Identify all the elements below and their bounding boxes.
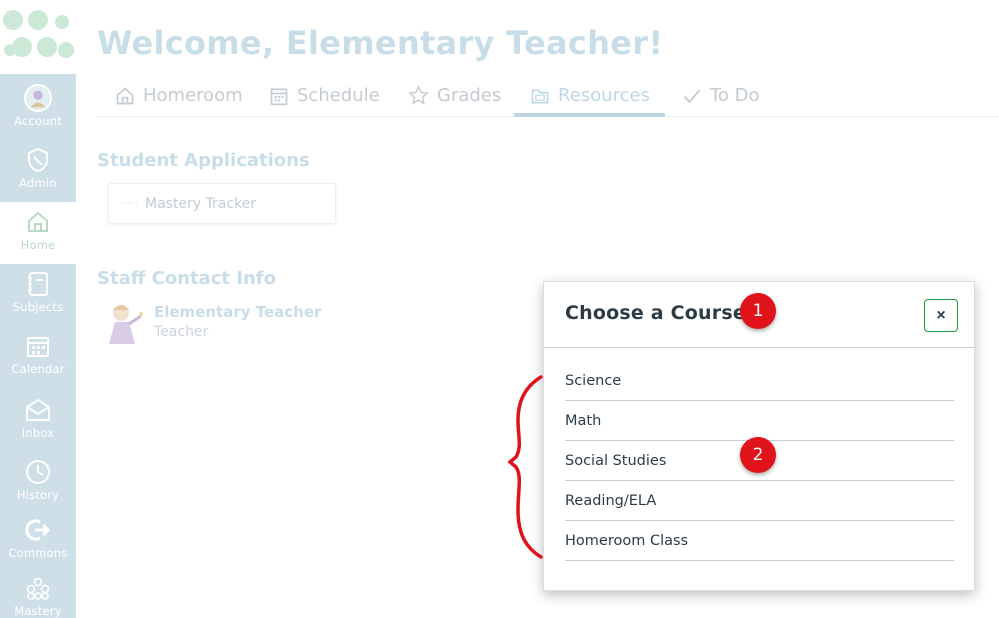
course-option-homeroom-class[interactable]: Homeroom Class	[565, 521, 954, 561]
annotation-badge-1: 1	[740, 293, 776, 329]
mastery-icon	[24, 574, 52, 602]
nav-item-admin[interactable]: Admin	[0, 140, 76, 202]
course-option-math[interactable]: Math	[565, 401, 954, 441]
tab-todo[interactable]: To Do	[682, 74, 760, 117]
nav-item-account[interactable]: Account	[0, 78, 76, 140]
nav-item-mastery[interactable]: Mastery	[0, 568, 76, 618]
nav-label: Admin	[19, 176, 57, 190]
staff-avatar	[101, 300, 145, 346]
nav-label: Calendar	[11, 362, 65, 376]
nav-item-commons[interactable]: Commons	[0, 510, 76, 572]
clock-icon	[24, 458, 52, 486]
annotation-badge-2: 2	[740, 437, 776, 473]
check-icon	[683, 89, 701, 103]
dialog-title: Choose a Course	[565, 302, 746, 324]
global-nav: Account Admin Home Subjects Calendar Inb…	[0, 74, 76, 618]
staff-name[interactable]: Elementary Teacher	[154, 303, 321, 321]
inbox-icon	[24, 396, 52, 424]
tab-homeroom[interactable]: Homeroom	[115, 74, 243, 117]
staff-role: Teacher	[154, 324, 209, 340]
tab-label: Homeroom	[143, 85, 243, 106]
nav-label: Home	[20, 238, 56, 252]
calendar-icon	[270, 88, 288, 105]
tab-schedule[interactable]: Schedule	[269, 74, 380, 117]
nav-item-history[interactable]: History	[0, 452, 76, 514]
tab-label: Resources	[558, 85, 650, 106]
close-button[interactable]: ×	[924, 299, 958, 332]
app-label: Mastery Tracker	[145, 195, 257, 212]
nav-label: Inbox	[21, 426, 55, 440]
annotation-brace	[508, 375, 543, 559]
nav-item-calendar[interactable]: Calendar	[0, 326, 76, 388]
app-icon: ⋯⋯	[121, 198, 138, 209]
nav-label: Mastery	[14, 604, 62, 618]
nav-item-subjects[interactable]: Subjects	[0, 264, 76, 326]
course-option-reading-ela[interactable]: Reading/ELA	[565, 481, 954, 521]
nav-label: History	[16, 488, 60, 502]
tab-resources[interactable]: Resources	[530, 74, 650, 117]
course-option-science[interactable]: Science	[565, 361, 954, 401]
shield-icon	[24, 146, 52, 174]
nav-label: Account	[14, 114, 62, 128]
student-applications-heading: Student Applications	[97, 150, 310, 171]
active-tab-indicator	[514, 113, 665, 117]
avatar-icon	[24, 84, 52, 112]
tab-grades[interactable]: Grades	[408, 74, 501, 117]
tab-bar: Homeroom Schedule Grades Resources To Do	[97, 74, 999, 117]
home-icon	[116, 86, 134, 104]
nav-item-inbox[interactable]: Inbox	[0, 390, 76, 452]
home-icon	[24, 208, 52, 236]
app-card-mastery-tracker[interactable]: ⋯⋯ Mastery Tracker	[108, 183, 336, 224]
folder-icon	[531, 88, 549, 103]
commons-icon	[24, 516, 52, 544]
tab-label: To Do	[710, 85, 760, 106]
tab-label: Grades	[437, 85, 502, 106]
nav-label: Subjects	[12, 300, 64, 314]
page-title: Welcome, Elementary Teacher!	[97, 24, 664, 62]
app-logo	[0, 0, 76, 72]
nav-item-home[interactable]: Home	[0, 202, 76, 264]
tab-label: Schedule	[297, 85, 380, 106]
nav-label: Commons	[8, 546, 68, 560]
star-icon	[408, 85, 429, 105]
notebook-icon	[24, 270, 52, 298]
staff-contact-heading: Staff Contact Info	[97, 268, 276, 289]
calendar-icon	[24, 332, 52, 360]
